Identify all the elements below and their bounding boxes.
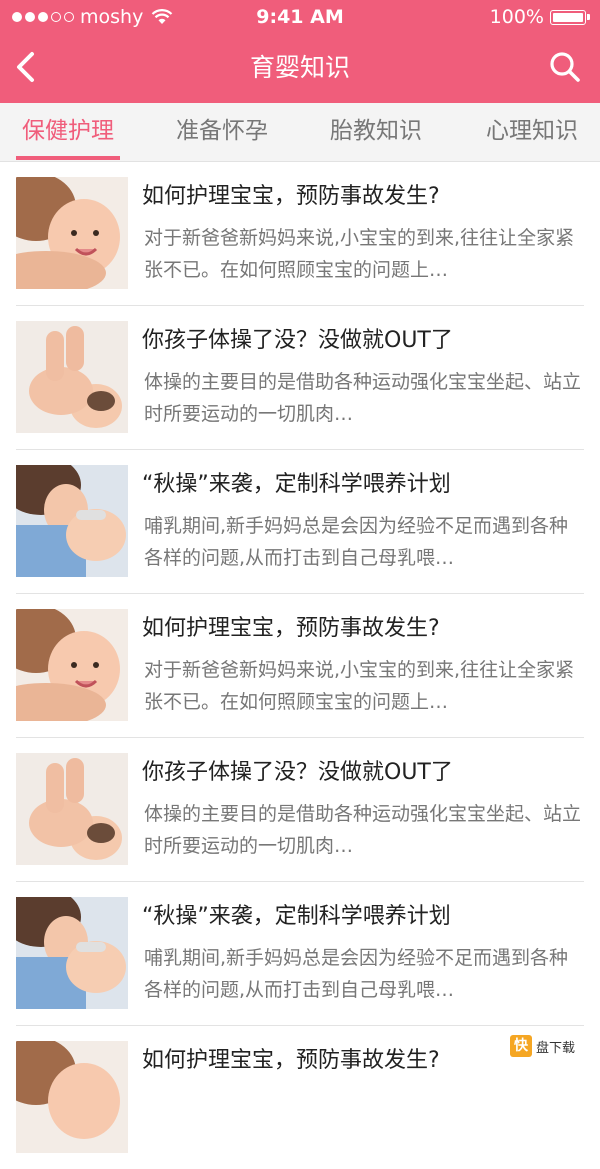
list-item[interactable]: 如何护理宝宝，预防事故发生? — [16, 1026, 584, 1169]
article-title: 如何护理宝宝，预防事故发生? — [142, 616, 440, 641]
list-item[interactable]: 你孩子体操了没？没做就OUT了 体操的主要目的是借助各种运动强化宝宝坐起、站立时… — [16, 738, 584, 882]
article-title: 你孩子体操了没？没做就OUT了 — [142, 760, 453, 785]
app-header: moshy 9:41 AM 100% 育婴知识 — [0, 0, 600, 103]
watermark-logo: 快 盘下载 — [506, 1031, 594, 1061]
article-thumbnail — [16, 177, 128, 289]
article-thumbnail — [16, 321, 128, 433]
battery-icon — [550, 9, 586, 25]
article-summary: 哺乳期间,新手妈妈总是会因为经验不足而遇到各种各样的问题,从而打击到自己母乳喂… — [144, 515, 569, 569]
page-title: 育婴知识 — [249, 53, 350, 82]
article-title: 如何护理宝宝，预防事故发生? — [142, 184, 440, 209]
article-summary: 体操的主要目的是借助各种运动强化宝宝坐起、站立时所要运动的一切肌肉… — [144, 803, 582, 857]
list-item[interactable]: “秋操”来袭，定制科学喂养计划 哺乳期间,新手妈妈总是会因为经验不足而遇到各种各… — [16, 450, 584, 594]
list-item[interactable]: 如何护理宝宝，预防事故发生? 对于新爸爸新妈妈来说,小宝宝的到来,往往让全家紧张… — [16, 594, 584, 738]
article-thumbnail — [16, 753, 128, 865]
category-tabs: 保健护理 准备怀孕 胎教知识 心理知识 — [0, 103, 600, 162]
article-summary: 对于新爸爸新妈妈来说,小宝宝的到来,往往让全家紧张不已。在如何照顾宝宝的问题上… — [144, 659, 575, 713]
article-title: “秋操”来袭，定制科学喂养计划 — [142, 904, 451, 929]
list-item[interactable]: 你孩子体操了没？没做就OUT了 体操的主要目的是借助各种运动强化宝宝坐起、站立时… — [16, 306, 584, 450]
tab-prenatal-education[interactable]: 胎教知识 — [314, 103, 438, 161]
battery-percent: 100% — [489, 6, 544, 28]
tab-health-care[interactable]: 保健护理 — [8, 103, 128, 161]
article-title: “秋操”来袭，定制科学喂养计划 — [142, 472, 451, 497]
article-summary: 对于新爸爸新妈妈来说,小宝宝的到来,往往让全家紧张不已。在如何照顾宝宝的问题上… — [144, 227, 575, 281]
watermark-icon: 快 — [510, 1035, 532, 1057]
search-icon[interactable] — [548, 50, 582, 84]
article-summary: 体操的主要目的是借助各种运动强化宝宝坐起、站立时所要运动的一切肌肉… — [144, 371, 582, 425]
active-tab-indicator — [16, 156, 120, 160]
tab-pregnancy-prep[interactable]: 准备怀孕 — [160, 103, 284, 161]
article-summary: 哺乳期间,新手妈妈总是会因为经验不足而遇到各种各样的问题,从而打击到自己母乳喂… — [144, 947, 569, 1001]
article-thumbnail — [16, 465, 128, 577]
list-item[interactable]: 如何护理宝宝，预防事故发生? 对于新爸爸新妈妈来说,小宝宝的到来,往往让全家紧张… — [16, 162, 584, 306]
battery-indicator: 100% — [490, 6, 590, 28]
article-thumbnail — [16, 609, 128, 721]
list-item[interactable]: “秋操”来袭，定制科学喂养计划 哺乳期间,新手妈妈总是会因为经验不足而遇到各种各… — [16, 882, 584, 1026]
article-title: 你孩子体操了没？没做就OUT了 — [142, 328, 453, 353]
tab-psychology[interactable]: 心理知识 — [470, 103, 594, 161]
article-thumbnail — [16, 1041, 128, 1153]
article-thumbnail — [16, 897, 128, 1009]
status-bar: moshy 9:41 AM 100% — [0, 0, 600, 34]
watermark-label: 盘下载 — [536, 1040, 576, 1056]
